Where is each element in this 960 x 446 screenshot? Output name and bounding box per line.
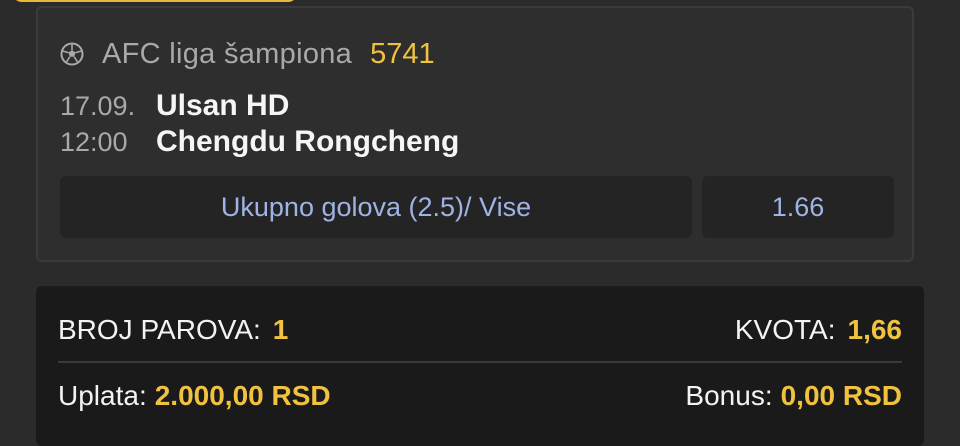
- away-team-name: Chengdu Rongcheng: [156, 125, 460, 158]
- ticket-summary: BROJ PAROVA: 1 KVOTA: 1,66 Uplata: 2.000…: [36, 286, 924, 446]
- total-odds-label: KVOTA:: [734, 314, 836, 345]
- bet-odds-button[interactable]: 1.66: [702, 176, 894, 238]
- teams-block: 17.09. Ulsan HD 12:00 Chengdu Rongcheng: [60, 88, 459, 160]
- away-team-line: 12:00 Chengdu Rongcheng: [60, 124, 459, 160]
- soccer-ball-icon: [60, 42, 84, 66]
- bonus-label: Bonus:: [685, 380, 773, 411]
- summary-row-stake-bonus: Uplata: 2.000,00 RSD Bonus: 0,00 RSD: [58, 376, 902, 416]
- home-team-name: Ulsan HD: [156, 89, 290, 122]
- match-card: AFC liga šampiona 5741 17.09. Ulsan HD 1…: [36, 6, 914, 262]
- pairs-value: 1: [272, 314, 289, 345]
- stake-label: Uplata:: [58, 380, 147, 411]
- pairs-label: BROJ PAROVA:: [58, 314, 261, 345]
- home-team-line: 17.09. Ulsan HD: [60, 88, 459, 124]
- bonus-value: 0,00 RSD: [780, 380, 902, 411]
- league-name: AFC liga šampiona: [102, 37, 353, 70]
- match-code: 5741: [370, 37, 435, 70]
- bet-market-button[interactable]: Ukupno golova (2.5)/ Vise: [60, 176, 692, 238]
- match-date: 17.09.: [60, 90, 136, 121]
- summary-row-pairs-odds: BROJ PAROVA: 1 KVOTA: 1,66: [58, 310, 902, 350]
- top-tab-indicator: [12, 0, 298, 2]
- league-row: AFC liga šampiona 5741: [60, 36, 435, 72]
- summary-divider: [58, 361, 902, 363]
- match-time: 12:00: [60, 126, 128, 157]
- stake-value: 2.000,00 RSD: [154, 380, 331, 411]
- total-odds-value: 1,66: [847, 314, 903, 345]
- bet-selection-row: Ukupno golova (2.5)/ Vise 1.66: [60, 176, 894, 238]
